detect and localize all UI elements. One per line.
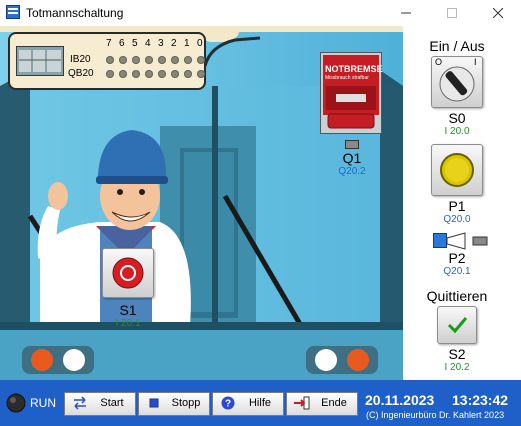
output-led: [197, 70, 205, 78]
ende-button[interactable]: Ende: [286, 392, 358, 416]
yellow-lamp-icon: [440, 153, 474, 187]
run-indicator-icon: [6, 393, 26, 413]
notbremse-handle[interactable]: NOTBREMSE Missbrauch strafbar: [320, 52, 383, 134]
s2-address: I 20.2: [444, 362, 470, 373]
minimize-button[interactable]: [383, 0, 429, 26]
switch-off-mark: O: [435, 57, 443, 67]
input-led: [145, 56, 153, 64]
q1-label: Q1: [342, 150, 362, 166]
time-display: 13:23:42: [452, 392, 509, 408]
app-icon: [6, 5, 20, 19]
input-led: [197, 56, 205, 64]
s1-address: I 20.1: [115, 318, 141, 329]
q1-lamp: [345, 140, 359, 149]
p1-indicator: [431, 144, 483, 196]
switch-on-mark: I: [474, 57, 477, 67]
output-led: [145, 70, 153, 78]
plc-icon: [16, 46, 64, 76]
help-icon: ?: [221, 396, 235, 410]
input-led: [106, 56, 114, 64]
input-byte-label: IB20: [70, 54, 91, 65]
s2-label: S2: [448, 346, 466, 362]
quit-title: Quittieren: [426, 288, 488, 304]
window-title: Totmannschaltung: [26, 6, 124, 20]
output-led: [119, 70, 127, 78]
notbremse-title: NOTBREMSE: [325, 64, 383, 74]
p2-label: P2: [448, 250, 466, 266]
q1-address: Q20.2: [338, 166, 366, 177]
output-led: [132, 70, 140, 78]
maximize-icon: [447, 8, 457, 18]
close-button[interactable]: [475, 0, 521, 26]
stopp-label: Stopp: [171, 397, 201, 409]
bit-number: 0: [197, 38, 203, 49]
close-icon: [492, 7, 504, 19]
bit-number: 1: [184, 38, 190, 49]
notbremse-subtitle: Missbrauch strafbar: [325, 75, 369, 81]
run-label: RUN: [30, 396, 56, 410]
title-bar: Totmannschaltung: [0, 0, 521, 27]
output-byte-label: QB20: [68, 68, 94, 79]
bit-number: 6: [119, 38, 125, 49]
copyright-text: (C) Ingenieurbüro Dr. Kahlert 2023: [366, 410, 505, 420]
input-led: [132, 56, 140, 64]
input-led: [158, 56, 166, 64]
s0-address: I 20.0: [444, 126, 470, 137]
hilfe-label: Hilfe: [248, 397, 271, 409]
hilfe-button[interactable]: ? Hilfe: [212, 392, 284, 416]
s1-label: S1: [119, 302, 137, 318]
checkmark-icon: [447, 317, 468, 334]
bit-number: 7: [106, 38, 112, 49]
input-led: [119, 56, 127, 64]
p1-label: P1: [448, 198, 466, 214]
input-led: [171, 56, 179, 64]
start-button[interactable]: Start: [64, 392, 136, 416]
output-led: [106, 70, 114, 78]
start-icon: [74, 396, 86, 410]
exit-icon: [294, 396, 310, 410]
start-label: Start: [100, 397, 124, 409]
control-panel: Ein / Aus O I S0 I 20.0 P1 Q20.0 P2 Q20.…: [403, 26, 521, 380]
horn-icon: [433, 232, 488, 250]
date-display: 20.11.2023: [365, 392, 435, 408]
input-led: [184, 56, 192, 64]
p1-address: Q20.0: [443, 214, 471, 225]
maximize-button[interactable]: [429, 0, 475, 26]
p2-address: Q20.1: [443, 266, 471, 277]
ende-label: Ende: [321, 397, 347, 409]
bus-cab-scene: 76543210 IB20 QB20 NOTBREMSE Missbrauch …: [0, 26, 403, 380]
bit-number: 5: [132, 38, 138, 49]
bit-number: 2: [171, 38, 177, 49]
output-led: [171, 70, 179, 78]
stop-icon: [149, 398, 159, 408]
switch-title: Ein / Aus: [429, 38, 485, 54]
stopp-button[interactable]: Stopp: [138, 392, 210, 416]
bit-number: 4: [145, 38, 151, 49]
s0-label: S0: [448, 110, 466, 126]
red-stop-icon: [112, 257, 144, 289]
s0-rotary-switch[interactable]: O I: [431, 56, 483, 108]
io-status-panel: 76543210 IB20 QB20: [8, 32, 206, 90]
minimize-icon: [401, 12, 411, 14]
s2-quit-button[interactable]: [437, 306, 477, 344]
bit-number: 3: [158, 38, 164, 49]
bottom-toolbar: RUN Start Stopp ? Hilfe Ende 20.11.2023 …: [0, 380, 521, 426]
s1-button[interactable]: [102, 248, 154, 298]
svg-text:?: ?: [225, 399, 231, 410]
output-led: [158, 70, 166, 78]
output-led: [184, 70, 192, 78]
